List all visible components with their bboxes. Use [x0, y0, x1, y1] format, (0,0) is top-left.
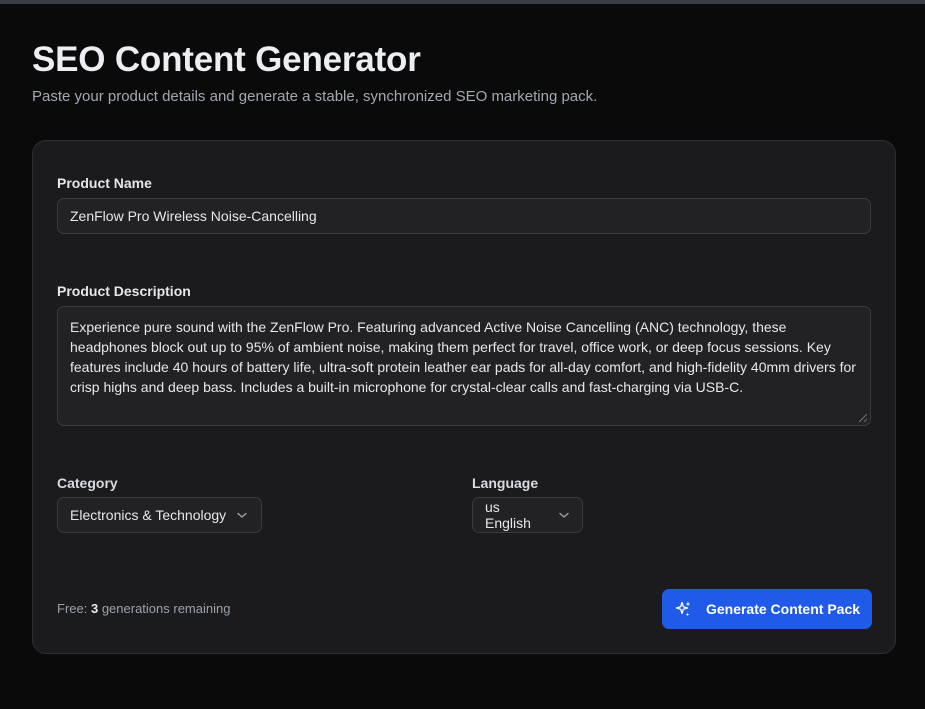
product-name-input[interactable]: ZenFlow Pro Wireless Noise-Cancelling — [57, 198, 871, 234]
chevron-down-icon — [236, 509, 248, 521]
product-description-textarea[interactable]: Experience pure sound with the ZenFlow P… — [57, 306, 871, 426]
category-selected-value: Electronics & Technology — [70, 507, 227, 523]
language-select[interactable]: us English — [472, 497, 583, 533]
quota-suffix: generations remaining — [98, 601, 231, 616]
language-label: Language — [472, 475, 539, 491]
page-subtitle: Paste your product details and generate … — [32, 88, 598, 105]
sparkles-icon — [674, 600, 692, 618]
resize-handle-icon[interactable] — [859, 414, 867, 422]
category-label: Category — [57, 475, 118, 491]
page-title: SEO Content Generator — [32, 40, 421, 79]
quota-prefix: Free: — [57, 601, 91, 616]
page: SEO Content Generator Paste your product… — [0, 4, 925, 709]
product-description-label: Product Description — [57, 283, 191, 299]
generate-button-label: Generate Content Pack — [705, 601, 861, 617]
language-selected-value: us English — [485, 499, 531, 531]
product-name-label: Product Name — [57, 175, 152, 191]
generator-form-card: Product Name ZenFlow Pro Wireless Noise-… — [32, 140, 896, 654]
product-name-value: ZenFlow Pro Wireless Noise-Cancelling — [70, 208, 317, 224]
quota-status: Free: 3 generations remaining — [57, 601, 230, 616]
generate-content-pack-button[interactable]: Generate Content Pack — [662, 589, 872, 629]
category-select[interactable]: Electronics & Technology — [57, 497, 262, 533]
chevron-down-icon — [558, 509, 570, 521]
product-description-value: Experience pure sound with the ZenFlow P… — [70, 319, 856, 395]
